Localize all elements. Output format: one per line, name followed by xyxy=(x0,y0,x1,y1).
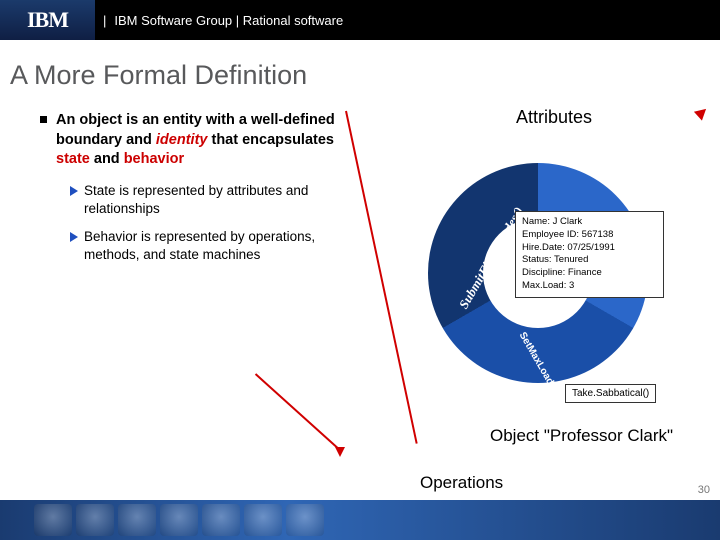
sub-bullet-1-text: State is represented by attributes and r… xyxy=(84,183,308,216)
page-title: A More Formal Definition xyxy=(10,60,710,91)
pointer-attributes xyxy=(340,111,352,231)
diagram-area: Attributes AcceptCourseOffering() Submit… xyxy=(340,111,706,451)
footer-bar xyxy=(0,500,720,540)
bullet-and: and xyxy=(90,151,124,167)
footer-decoration xyxy=(0,504,324,536)
attr-line: Discipline: Finance xyxy=(522,267,657,280)
sub-bullet-1: State is represented by attributes and r… xyxy=(70,182,340,218)
bullet-square-icon xyxy=(40,116,47,123)
footer-tile-icon xyxy=(244,504,282,536)
footer-tile-icon xyxy=(76,504,114,536)
content: An object is an entity with a well-defin… xyxy=(0,101,720,451)
attributes-label: Attributes xyxy=(516,107,592,128)
header-bar: IBM | IBM Software Group | Rational soft… xyxy=(0,0,720,40)
bullet-state: state xyxy=(56,151,90,167)
footer-tile-icon xyxy=(160,504,198,536)
sub-bullet-2: Behavior is represented by operations, m… xyxy=(70,228,340,264)
main-bullet: An object is an entity with a well-defin… xyxy=(40,111,340,170)
title-area: A More Formal Definition xyxy=(0,40,720,101)
bullet-text-2: that encapsulates xyxy=(207,132,334,148)
ibm-logo: IBM xyxy=(27,7,68,33)
header-divider: | xyxy=(95,13,114,28)
operations-label: Operations xyxy=(420,473,503,493)
attr-line: Employee ID: 567138 xyxy=(522,229,657,242)
object-title: Object "Professor Clark" xyxy=(490,426,673,446)
bullet-behavior: behavior xyxy=(124,151,184,167)
operation-box: Take.Sabbatical() xyxy=(565,384,656,403)
operation-text: Take.Sabbatical() xyxy=(572,388,649,399)
logo-box: IBM xyxy=(0,0,95,40)
attr-line: Hire.Date: 07/25/1991 xyxy=(522,242,657,255)
attr-line: Name: J Clark xyxy=(522,216,657,229)
footer-tile-icon xyxy=(286,504,324,536)
breadcrumb: IBM Software Group | Rational software xyxy=(114,13,343,28)
attr-line: Status: Tenured xyxy=(522,254,657,267)
bullet-identity: identity xyxy=(156,132,208,148)
arrow-icon xyxy=(70,186,78,196)
footer-tile-icon xyxy=(202,504,240,536)
sub-bullet-2-text: Behavior is represented by operations, m… xyxy=(84,229,315,262)
left-column: An object is an entity with a well-defin… xyxy=(40,111,340,451)
attributes-box: Name: J Clark Employee ID: 567138 Hire.D… xyxy=(515,211,664,298)
footer-tile-icon xyxy=(118,504,156,536)
footer-tile-icon xyxy=(34,504,72,536)
attr-line: Max.Load: 3 xyxy=(522,280,657,293)
arrow-icon xyxy=(70,232,78,242)
page-number: 30 xyxy=(698,484,710,496)
